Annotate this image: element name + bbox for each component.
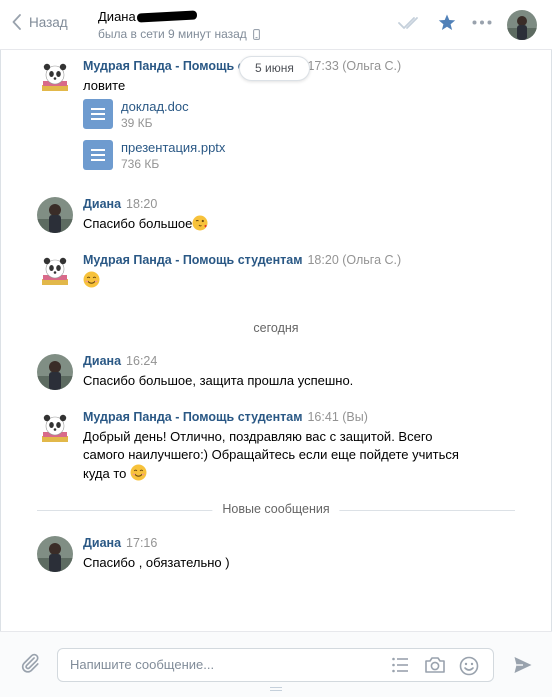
message-text: Спасибо большое, защита прошла успешно. xyxy=(83,373,354,388)
message-line: куда то xyxy=(83,464,459,486)
document-icon xyxy=(83,99,113,129)
read-checkmarks-icon[interactable] xyxy=(398,16,422,30)
message-line: Добрый день! Отлично, поздравляю вас с з… xyxy=(83,429,433,444)
star-icon[interactable] xyxy=(438,14,456,31)
panda-avatar[interactable] xyxy=(37,253,73,289)
message-time: 18:20 xyxy=(126,197,158,211)
message-author[interactable]: Мудрая Панда - Помощь студентам xyxy=(83,410,302,424)
message-time: 17:33 (Ольга С.) xyxy=(307,59,402,73)
wink-kiss-emoji xyxy=(192,215,208,236)
message-text: Спасибо большое xyxy=(83,215,208,236)
date-separator: сегодня xyxy=(253,321,299,335)
document-attachment[interactable]: презентация.pptx 736 КБ xyxy=(83,140,225,172)
more-icon[interactable] xyxy=(472,20,492,25)
peer-info[interactable]: Диана была в сети 9 минут назад xyxy=(98,9,260,41)
emoji-icon[interactable] xyxy=(459,656,479,676)
message-history: Мудрая Панда - Помощь студентам 17:33 (Ол… xyxy=(0,51,552,631)
redaction-mark xyxy=(136,10,197,23)
message-header: Мудрая Панда - Помощь студентам 18:20 (Ол… xyxy=(83,253,401,267)
peer-name-text: Диана xyxy=(98,9,136,24)
message-text: ловите xyxy=(83,78,126,93)
peer-avatar[interactable] xyxy=(507,10,537,40)
phone-icon xyxy=(252,28,260,40)
message-header: Мудрая Панда - Помощь студентам 16:41 (Вы… xyxy=(83,410,368,424)
message-line: самого наилучшего:) Обращайтесь если еще… xyxy=(83,447,459,462)
peer-status-text: была в сети 9 минут назад xyxy=(98,27,247,41)
message-item: Диана 16:24 Спасибо большое, защита прошл… xyxy=(37,354,517,394)
document-attachment[interactable]: доклад.doc 39 КБ xyxy=(83,99,189,131)
paperclip-icon[interactable] xyxy=(19,652,41,677)
message-time: 18:20 (Ольга С.) xyxy=(307,253,402,267)
message-header: Диана 16:24 xyxy=(83,354,157,368)
message-text-content: Спасибо большое xyxy=(83,216,193,231)
message-author[interactable]: Мудрая Панда - Помощь студентам xyxy=(83,253,302,267)
message-item: Мудрая Панда - Помощь студентам 16:41 (Вы… xyxy=(37,410,517,490)
message-item: Диана 17:16 Спасибо , обязательно ) xyxy=(37,536,517,576)
message-input-box[interactable] xyxy=(57,648,494,682)
smile-emoji xyxy=(83,271,100,293)
new-messages-separator: Новые сообщения xyxy=(37,502,515,518)
list-icon[interactable] xyxy=(391,656,411,676)
user-avatar[interactable] xyxy=(37,197,73,233)
message-item: Мудрая Панда - Помощь студентам 18:20 (Ол… xyxy=(37,253,517,293)
document-size: 39 КБ xyxy=(121,116,153,130)
camera-icon[interactable] xyxy=(424,656,446,676)
resize-handle[interactable] xyxy=(270,687,282,691)
header-actions xyxy=(382,14,492,31)
message-item: Диана 18:20 Спасибо большое xyxy=(37,197,517,237)
peer-status: была в сети 9 минут назад xyxy=(98,27,260,41)
message-time: 17:16 xyxy=(126,536,158,550)
document-name[interactable]: доклад.doc xyxy=(121,99,189,115)
document-icon xyxy=(83,140,113,170)
user-avatar[interactable] xyxy=(37,354,73,390)
new-messages-label: Новые сообщения xyxy=(212,502,340,516)
message-header: Диана 17:16 xyxy=(83,536,157,550)
send-icon[interactable] xyxy=(513,655,533,678)
panda-avatar[interactable] xyxy=(37,410,73,446)
document-size: 736 КБ xyxy=(121,157,160,171)
panda-avatar[interactable] xyxy=(37,59,73,95)
message-line-text: куда то xyxy=(83,466,127,481)
message-time: 16:41 (Вы) xyxy=(307,410,368,424)
chevron-left-icon xyxy=(12,14,21,30)
message-text xyxy=(83,271,100,293)
date-pill: 5 июня xyxy=(239,56,310,81)
document-name[interactable]: презентация.pptx xyxy=(121,140,225,156)
message-text: Спасибо , обязательно ) xyxy=(83,555,230,570)
message-author[interactable]: Диана xyxy=(83,536,121,550)
message-header: Диана 18:20 xyxy=(83,197,157,211)
message-author[interactable]: Диана xyxy=(83,354,121,368)
message-composer xyxy=(0,631,552,697)
user-avatar[interactable] xyxy=(37,536,73,572)
back-label: Назад xyxy=(29,14,68,30)
message-time: 16:24 xyxy=(126,354,158,368)
back-button[interactable]: Назад xyxy=(12,14,68,30)
message-input[interactable] xyxy=(70,657,370,672)
chat-header: Назад Диана была в сети 9 минут назад xyxy=(0,0,552,50)
message-text: Добрый день! Отлично, поздравляю вас с з… xyxy=(83,428,459,486)
message-author[interactable]: Диана xyxy=(83,197,121,211)
peer-name: Диана xyxy=(98,9,260,24)
smile-emoji xyxy=(130,464,147,486)
